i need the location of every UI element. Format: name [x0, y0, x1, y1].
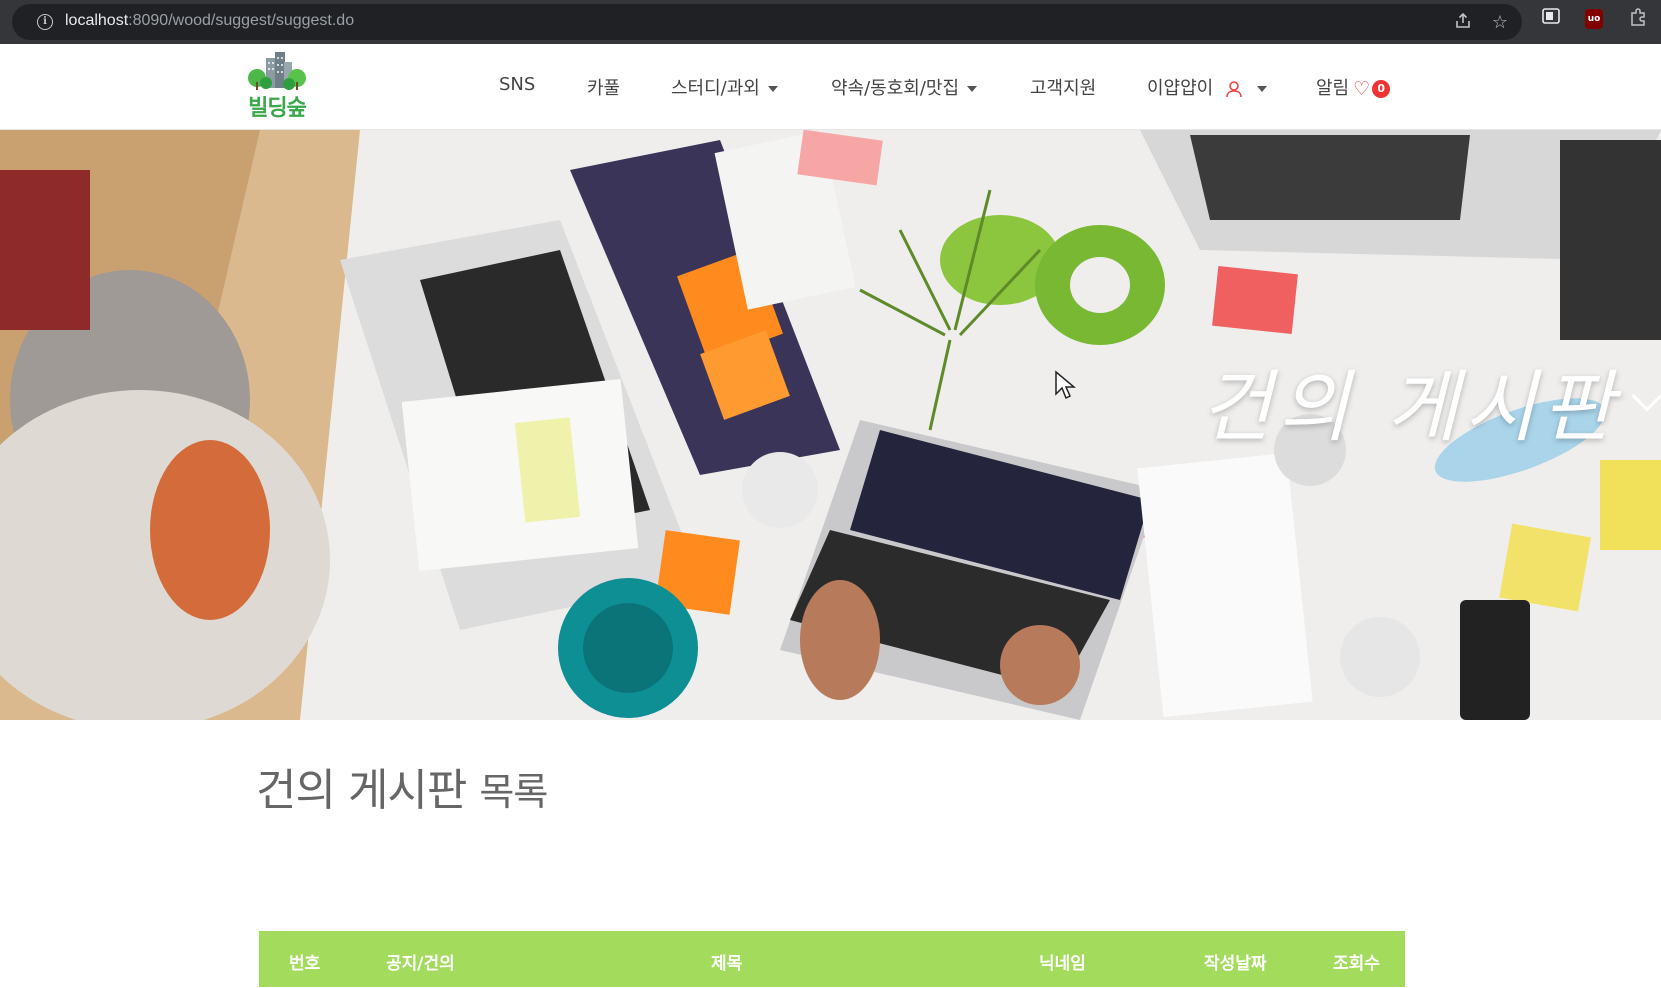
- building-forest-icon: [248, 52, 306, 90]
- column-number[interactable]: 번호: [289, 949, 320, 974]
- hero-title: 건의 게시판: [1200, 363, 1620, 453]
- address-bar[interactable]: i localhost:8090/wood/suggest/suggest.do…: [12, 4, 1522, 40]
- site-logo[interactable]: 빌딩숲: [244, 52, 310, 121]
- page-title: 건의 게시판 목록: [256, 754, 548, 818]
- nav-notifications[interactable]: 알림 ♡ 0: [1316, 74, 1391, 100]
- nav-meetup-label: 약속/동호회/맛집: [831, 78, 960, 99]
- column-title[interactable]: 제목: [711, 949, 742, 974]
- site-info-icon[interactable]: i: [37, 14, 53, 30]
- column-date[interactable]: 작성날짜: [1204, 949, 1267, 974]
- nav-notifications-label: 알림: [1316, 78, 1350, 99]
- share-icon[interactable]: [1452, 12, 1474, 34]
- page-title-main: 건의 게시판: [256, 765, 467, 816]
- caret-down-icon: [1256, 86, 1267, 92]
- site-header: 빌딩숲 SNS 카풀 스터디/과외 약속/동호회/맛집 고객지원 이얍얍이 알림…: [0, 44, 1661, 130]
- user-icon: [1226, 81, 1242, 98]
- ublock-extension-icon[interactable]: uo: [1585, 9, 1603, 29]
- nav-study-dropdown[interactable]: 스터디/과외: [671, 74, 778, 100]
- nav-carpool[interactable]: 카풀: [587, 74, 620, 100]
- nav-user-label: 이얍얍이: [1147, 78, 1214, 99]
- nav-user-dropdown[interactable]: 이얍얍이: [1147, 74, 1267, 100]
- url-text[interactable]: localhost:8090/wood/suggest/suggest.do: [65, 12, 354, 30]
- url-host: localhost: [65, 12, 129, 29]
- caret-down-icon: [967, 86, 978, 92]
- heart-icon: ♡: [1353, 78, 1371, 100]
- nav-study-label: 스터디/과외: [671, 78, 760, 99]
- url-path: :8090/wood/suggest/suggest.do: [128, 12, 355, 29]
- browser-toolbar: i localhost:8090/wood/suggest/suggest.do…: [0, 0, 1661, 44]
- notification-count-badge: 0: [1372, 80, 1391, 98]
- mouse-cursor-icon: [1055, 370, 1076, 400]
- board-table-header: 번호 공지/건의 제목 닉네임 작성날짜 조회수: [259, 931, 1405, 987]
- extensions-puzzle-icon[interactable]: [1627, 8, 1649, 30]
- column-nickname[interactable]: 닉네임: [1039, 949, 1086, 974]
- column-views[interactable]: 조회수: [1333, 949, 1380, 974]
- nav-sns-label: SNS: [499, 74, 536, 95]
- logo-text: 빌딩숲: [248, 96, 307, 121]
- nav-meetup-dropdown[interactable]: 약속/동호회/맛집: [831, 74, 978, 100]
- nav-support-label: 고객지원: [1030, 78, 1097, 99]
- nav-carpool-label: 카풀: [587, 78, 621, 99]
- nav-sns[interactable]: SNS: [499, 74, 535, 95]
- sidepanel-icon[interactable]: [1540, 8, 1562, 30]
- hero-banner: 건의 게시판: [0, 130, 1661, 720]
- column-type[interactable]: 공지/건의: [386, 949, 455, 974]
- page-title-sub: 목록: [479, 770, 548, 814]
- nav-support[interactable]: 고객지원: [1030, 74, 1096, 100]
- bookmark-star-icon[interactable]: ☆: [1489, 12, 1511, 34]
- caret-down-icon: [767, 86, 778, 92]
